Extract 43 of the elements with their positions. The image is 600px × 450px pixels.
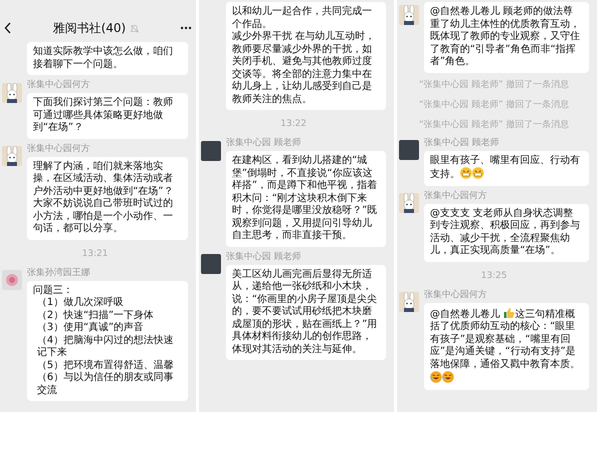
- recall-notice: “张集中心园 顾老师” 撤回了一条消息: [418, 120, 570, 130]
- sender-name: 张集中心园 顾老师: [424, 138, 500, 148]
- grin-emoji-icon: [460, 167, 472, 179]
- sender-name: 张集中心园何方: [27, 144, 91, 154]
- rabbit-avatar: [2, 82, 22, 103]
- thumbs-up-icon: [503, 306, 516, 318]
- sender-name: 张集中心园何方: [27, 80, 91, 91]
- timestamp: 13:21: [81, 248, 109, 260]
- photo-placeholder: [201, 140, 221, 161]
- sender-name: 张集中心园 顾老师: [226, 252, 302, 262]
- sender-name: 张集中心园何方: [424, 290, 488, 300]
- sender-name: 张集中心园何方: [424, 190, 488, 202]
- flower-avatar: [2, 270, 22, 290]
- message-bubble: 问题三： （1）做几次深呼吸 （2）快速“扫描”一下身体 （3）使用“真诚”的声音 （4）把脑海中闪过的想法快速记下来 （5）把环境布置得舒适、温馨 （6）与以为信任的朋友或同事交流: [27, 280, 188, 401]
- back-icon[interactable]: [4, 22, 12, 34]
- grin-emoji-icon: [472, 167, 484, 179]
- photo-placeholder: [399, 140, 419, 160]
- sender-name: 张集孙湾园王娜: [27, 268, 91, 278]
- rabbit-avatar: [399, 4, 419, 25]
- photo-placeholder: [201, 254, 221, 274]
- recall-notice: “张集中心园 顾老师” 撤回了一条消息: [418, 80, 570, 90]
- rabbit-avatar: [399, 292, 419, 312]
- chat-title: 雅阅书社(40): [53, 20, 126, 37]
- message-bubble: 以和幼儿一起合作，共同完成一个作品。 减少外界干扰 在与幼儿互动时，教师要尽量减少外界的干扰，如关闭手机、避免与其他教师过度交谈等。将全部的注意力集中在幼儿身上，让幼儿感受到自己是教师关注的焦点。: [226, 2, 386, 110]
- message-bubble: @自然卷儿卷儿 顾老师的做法尊重了幼儿主体性的优质教育互动，既体现了教师的专业观察，又守住了教育的“引导者”角色而非“指挥者”角色。: [424, 2, 589, 72]
- more-icon[interactable]: [180, 26, 192, 30]
- mute-icon: [130, 24, 139, 32]
- message-bubble: 理解了内涵，咱们就来落地实操，在区域活动、集体活动或者户外活动中更好地做到“在场”？大家不妨说说自己带班时试过的小方法，哪怕是一个小动作、一句话，都可以分享。: [27, 156, 188, 240]
- laughing-emoji-icon: [442, 371, 454, 383]
- recall-notice: “张集中心园 顾老师” 撤回了一条消息: [418, 100, 570, 110]
- rabbit-avatar: [399, 193, 419, 214]
- timestamp: 13:25: [480, 270, 508, 282]
- timestamp: 13:22: [280, 118, 308, 130]
- message-bubble: 眼里有孩子、嘴里有回应、行动有支持。: [424, 150, 589, 186]
- message-bubble: @支支支 支老师从自身状态调整到专注观察、积极回应，再到参与活动、减少干扰，全流程聚焦幼儿，真正实现高质量“在场”。: [424, 204, 589, 262]
- message-bubble: 在建构区，看到幼儿搭建的“城堡”倒塌时，不直接说“你应该这样搭”，而是蹲下和他平视，指着积木问：“刚才这块积木倒下来时，你觉得是哪里没放稳呀？”既观察到问题，又用提问引导幼儿自主思考，而非直接干预。: [226, 151, 386, 246]
- sender-name: 张集中心园 顾老师: [226, 138, 302, 149]
- laughing-emoji-icon: [430, 371, 442, 383]
- message-bubble: @自然卷儿卷儿 这三句精准概括了优质师幼互动的核心：“眼里有孩子”是观察基础，“嘴里有回应”是沟通关键，“行动有支持”是落地保障，通俗又戳中教育本质。: [424, 302, 589, 390]
- rabbit-avatar: [2, 146, 22, 166]
- message-bubble: 下面我们探讨第三个问题：教师可通过哪些具体策略更好地做到“在场”？: [27, 93, 188, 138]
- message-bubble: 知道实际教学中该怎么做，咱们接着聊下一个问题。: [27, 42, 188, 75]
- message-bubble: 美工区幼儿画完画后显得无所适从，递给他一张砂纸和小木块，说：“你画里的小房子屋顶是尖尖的，要不要试试用砂纸把木块磨成屋顶的形状，贴在画纸上？”用具体材料衔接幼儿的创作思路，体现对其活动的关注与延伸。: [226, 264, 386, 360]
